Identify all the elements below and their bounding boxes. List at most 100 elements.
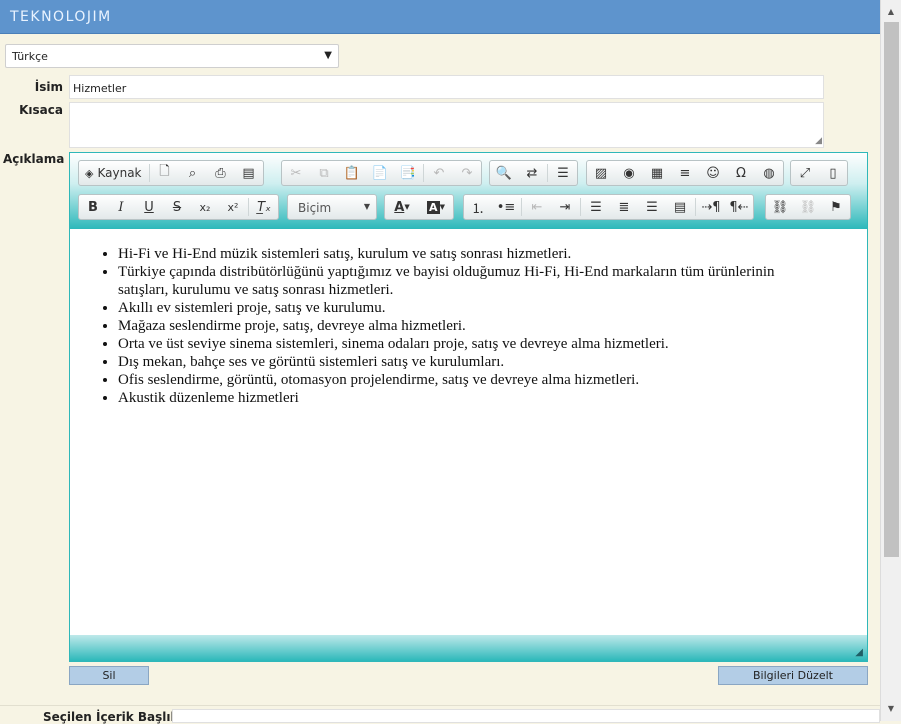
unlink-icon[interactable]: ⛓	[794, 195, 822, 219]
ltr-icon[interactable]: ⇢¶	[697, 195, 725, 219]
link-icon[interactable]: ⛓	[766, 195, 794, 219]
delete-button[interactable]: Sil	[69, 666, 149, 685]
bold-icon[interactable]: B	[79, 195, 107, 219]
description-label: Açıklama	[3, 152, 65, 166]
paste-icon[interactable]: 📋	[338, 161, 366, 185]
format-combo-label: Biçim	[298, 201, 332, 215]
anchor-flag-icon[interactable]: ⚑	[822, 195, 850, 219]
special-char-icon[interactable]: Ω	[727, 161, 755, 185]
numbered-list-icon[interactable]: ⒈	[464, 195, 492, 219]
services-list: Hi-Fi ve Hi-End müzik sistemleri satış, …	[70, 245, 867, 407]
scroll-up-icon[interactable]: ▲	[881, 2, 901, 22]
header-bar: TEKNOLOJIM	[0, 0, 880, 34]
new-page-icon[interactable]: 🗋	[151, 161, 179, 185]
list-item: Akustik düzenleme hizmetleri	[118, 389, 867, 407]
horizontal-rule-icon[interactable]: ≡	[671, 161, 699, 185]
toolbar-separator	[248, 198, 249, 216]
toolbar-group-tools: ⤢ ▯	[790, 160, 848, 186]
indent-icon[interactable]: ⇥	[551, 195, 579, 219]
undo-icon[interactable]: ↶	[425, 161, 453, 185]
source-label: Kaynak	[97, 166, 142, 180]
resize-grip-icon[interactable]: ◢	[815, 136, 822, 146]
language-select-value: Türkçe	[12, 50, 48, 63]
source-button[interactable]: ◈ Kaynak	[79, 166, 148, 180]
align-center-icon[interactable]: ≣	[610, 195, 638, 219]
toolbar-separator	[423, 164, 424, 182]
superscript-icon[interactable]: x²	[219, 195, 247, 219]
source-icon: ◈	[85, 166, 94, 180]
toolbar-group-links: ⛓ ⛓ ⚑	[765, 194, 851, 220]
editor-toolbar: ◈ Kaynak 🗋 ⌕ ⎙ ▤ ✂ ⧉ 📋 📄 📑 ↶ ↷ 🔍 ⇄ ☰ ▨ ◉…	[70, 153, 867, 229]
toolbar-group-clipboard: ✂ ⧉ 📋 📄 📑 ↶ ↷	[281, 160, 482, 186]
update-button[interactable]: Bilgileri Düzelt	[718, 666, 868, 685]
copy-icon[interactable]: ⧉	[310, 161, 338, 185]
list-item: Orta ve üst seviye sinema sistemleri, si…	[118, 335, 867, 353]
brand-logo: TEKNOLOJIM	[10, 9, 112, 25]
scroll-thumb[interactable]	[884, 22, 899, 557]
bg-color-icon[interactable]: A ▼	[419, 195, 453, 219]
chevron-down-icon: ▼	[324, 50, 332, 61]
list-item: Hi-Fi ve Hi-End müzik sistemleri satış, …	[118, 245, 867, 263]
list-item: Dış mekan, bahçe ses ve görüntü sistemle…	[118, 353, 867, 371]
selected-content-title-label: Seçilen İçerik Başlık	[43, 710, 179, 724]
maximize-icon[interactable]: ⤢	[791, 161, 819, 185]
italic-icon[interactable]: I	[107, 195, 135, 219]
remove-format-icon[interactable]: T̲ₓ	[250, 195, 278, 219]
vertical-scrollbar[interactable]: ▲ ▼	[880, 0, 901, 721]
align-justify-icon[interactable]: ▤	[666, 195, 694, 219]
toolbar-group-basicstyles: B I U S x₂ x² T̲ₓ	[78, 194, 279, 220]
toolbar-separator	[580, 198, 581, 216]
print-icon[interactable]: ⎙	[207, 161, 235, 185]
find-icon[interactable]: 🔍	[490, 161, 518, 185]
toolbar-separator	[547, 164, 548, 182]
name-input[interactable]: Hizmetler	[69, 75, 824, 99]
outdent-icon[interactable]: ⇤	[523, 195, 551, 219]
preview-icon[interactable]: ⌕	[179, 161, 207, 185]
smiley-icon[interactable]: ☺	[699, 161, 727, 185]
redo-icon[interactable]: ↷	[453, 161, 481, 185]
bulleted-list-icon[interactable]: •≡	[492, 195, 520, 219]
name-label: İsim	[34, 80, 63, 94]
scroll-down-icon[interactable]: ▼	[881, 699, 901, 719]
paste-text-icon[interactable]: 📄	[366, 161, 394, 185]
toolbar-group-paragraph: ⒈ •≡ ⇤ ⇥ ☰ ≣ ☰ ▤ ⇢¶ ¶⇠	[463, 194, 754, 220]
subscript-icon[interactable]: x₂	[191, 195, 219, 219]
resize-handle-icon[interactable]: ◢	[855, 647, 863, 658]
show-blocks-icon[interactable]: ▯	[819, 161, 847, 185]
toolbar-separator	[521, 198, 522, 216]
toolbar-group-editing: 🔍 ⇄ ☰	[489, 160, 578, 186]
toolbar-group-colors: A ▼ A ▼	[384, 194, 454, 220]
rich-text-editor: ◈ Kaynak 🗋 ⌕ ⎙ ▤ ✂ ⧉ 📋 📄 📑 ↶ ↷ 🔍 ⇄ ☰ ▨ ◉…	[69, 152, 868, 662]
list-item: Ofis seslendirme, görüntü, otomasyon pro…	[118, 371, 867, 389]
toolbar-separator	[148, 164, 150, 182]
image-icon[interactable]: ▨	[587, 161, 615, 185]
select-all-icon[interactable]: ☰	[549, 161, 577, 185]
templates-icon[interactable]: ▤	[235, 161, 263, 185]
rtl-icon[interactable]: ¶⇠	[725, 195, 753, 219]
toolbar-separator	[695, 198, 696, 216]
short-textarea[interactable]: ◢	[69, 102, 824, 148]
paste-word-icon[interactable]: 📑	[394, 161, 422, 185]
toolbar-group-insert: ▨ ◉ ▦ ≡ ☺ Ω ◍	[586, 160, 784, 186]
language-select[interactable]: Türkçe ▼	[5, 44, 339, 68]
section-divider	[0, 705, 880, 706]
chevron-down-icon: ▼	[363, 202, 370, 211]
format-combo[interactable]: Biçim ▼	[287, 194, 377, 220]
replace-icon[interactable]: ⇄	[518, 161, 546, 185]
flash-icon[interactable]: ◉	[615, 161, 643, 185]
cut-icon[interactable]: ✂	[282, 161, 310, 185]
strike-icon[interactable]: S	[163, 195, 191, 219]
underline-icon[interactable]: U	[135, 195, 163, 219]
editor-status-bar: ◢	[70, 635, 867, 661]
list-item: Akıllı ev sistemleri proje, satış ve kur…	[118, 299, 867, 317]
align-right-icon[interactable]: ☰	[638, 195, 666, 219]
iframe-icon[interactable]: ◍	[755, 161, 783, 185]
align-left-icon[interactable]: ☰	[582, 195, 610, 219]
list-item: Türkiye çapında distribütörlüğünü yaptığ…	[118, 263, 867, 299]
toolbar-group-document: ◈ Kaynak 🗋 ⌕ ⎙ ▤	[78, 160, 264, 186]
editor-content[interactable]: Hi-Fi ve Hi-End müzik sistemleri satış, …	[70, 229, 867, 635]
short-label: Kısaca	[19, 103, 63, 117]
list-item: Mağaza seslendirme proje, satış, devreye…	[118, 317, 867, 335]
table-icon[interactable]: ▦	[643, 161, 671, 185]
text-color-icon[interactable]: A ▼	[385, 195, 419, 219]
